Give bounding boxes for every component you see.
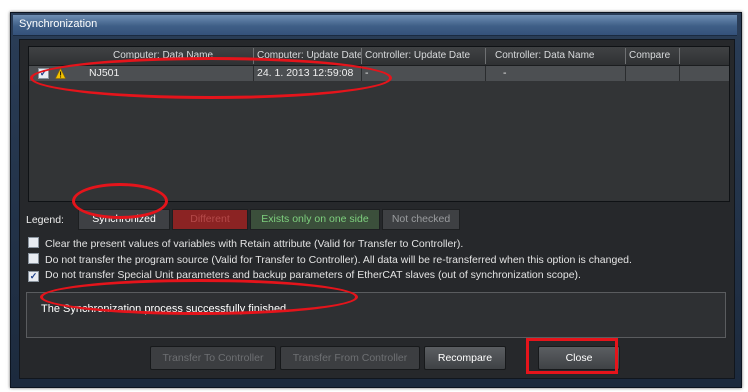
recompare-button[interactable]: Recompare: [424, 346, 506, 370]
column-header-compare[interactable]: Compare: [629, 50, 679, 61]
column-divider[interactable]: [625, 48, 626, 64]
legend-label: Legend:: [26, 214, 64, 226]
column-header-computer-update-date[interactable]: Computer: Update Date: [257, 50, 361, 61]
option-no-program-source[interactable]: Do not transfer the program source (Vali…: [28, 253, 632, 266]
option-checkbox[interactable]: ✓: [28, 271, 39, 282]
row-divider: [253, 66, 254, 81]
option-label: Do not transfer Special Unit parameters …: [45, 269, 581, 281]
warning-icon: [55, 68, 66, 79]
cell-controller-update-date: -: [365, 67, 369, 79]
cell-computer-data-name: NJ501: [89, 67, 120, 79]
option-label: Clear the present values of variables wi…: [45, 238, 464, 250]
option-label: Do not transfer the program source (Vali…: [45, 254, 632, 266]
cell-controller-data-name: -: [503, 67, 507, 79]
column-divider[interactable]: [679, 48, 680, 64]
title-bar: Synchronization: [13, 15, 737, 36]
status-message-box: The Synchronization process successfully…: [26, 292, 726, 338]
synchronization-dialog: Synchronization Computer: Data Name Comp…: [10, 12, 742, 388]
row-divider: [485, 66, 486, 81]
table-row[interactable]: ✓ NJ501 24. 1. 2013 12:59:08 - -: [29, 66, 729, 81]
cell-computer-update-date: 24. 1. 2013 12:59:08: [257, 67, 354, 79]
option-checkbox[interactable]: [28, 253, 39, 264]
column-divider[interactable]: [253, 48, 254, 64]
row-checkbox[interactable]: ✓: [38, 68, 49, 79]
legend-different: Different: [172, 209, 248, 230]
close-button[interactable]: Close: [538, 346, 620, 370]
column-header-computer-data-name[interactable]: Computer: Data Name: [113, 50, 263, 61]
legend-exists-one-side: Exists only on one side: [250, 209, 380, 230]
content-panel: Computer: Data Name Computer: Update Dat…: [19, 39, 735, 379]
row-divider: [625, 66, 626, 81]
option-checkbox[interactable]: [28, 237, 39, 248]
status-message: The Synchronization process successfully…: [41, 303, 290, 315]
comparison-grid: Computer: Data Name Computer: Update Dat…: [28, 46, 730, 202]
grid-header: Computer: Data Name Computer: Update Dat…: [29, 47, 729, 66]
legend-synchronized: Synchronized: [78, 209, 170, 230]
row-divider: [679, 66, 680, 81]
column-header-controller-update-date[interactable]: Controller: Update Date: [365, 50, 483, 61]
legend-not-checked: Not checked: [382, 209, 460, 230]
column-divider[interactable]: [485, 48, 486, 64]
option-clear-retain[interactable]: Clear the present values of variables wi…: [28, 237, 463, 250]
option-no-special-unit[interactable]: ✓ Do not transfer Special Unit parameters…: [28, 269, 581, 282]
transfer-from-controller-button[interactable]: Transfer From Controller: [280, 346, 420, 370]
column-header-controller-data-name[interactable]: Controller: Data Name: [495, 50, 623, 61]
column-divider[interactable]: [361, 48, 362, 64]
row-divider: [361, 66, 362, 81]
window-title: Synchronization: [19, 18, 98, 30]
transfer-to-controller-button[interactable]: Transfer To Controller: [150, 346, 276, 370]
